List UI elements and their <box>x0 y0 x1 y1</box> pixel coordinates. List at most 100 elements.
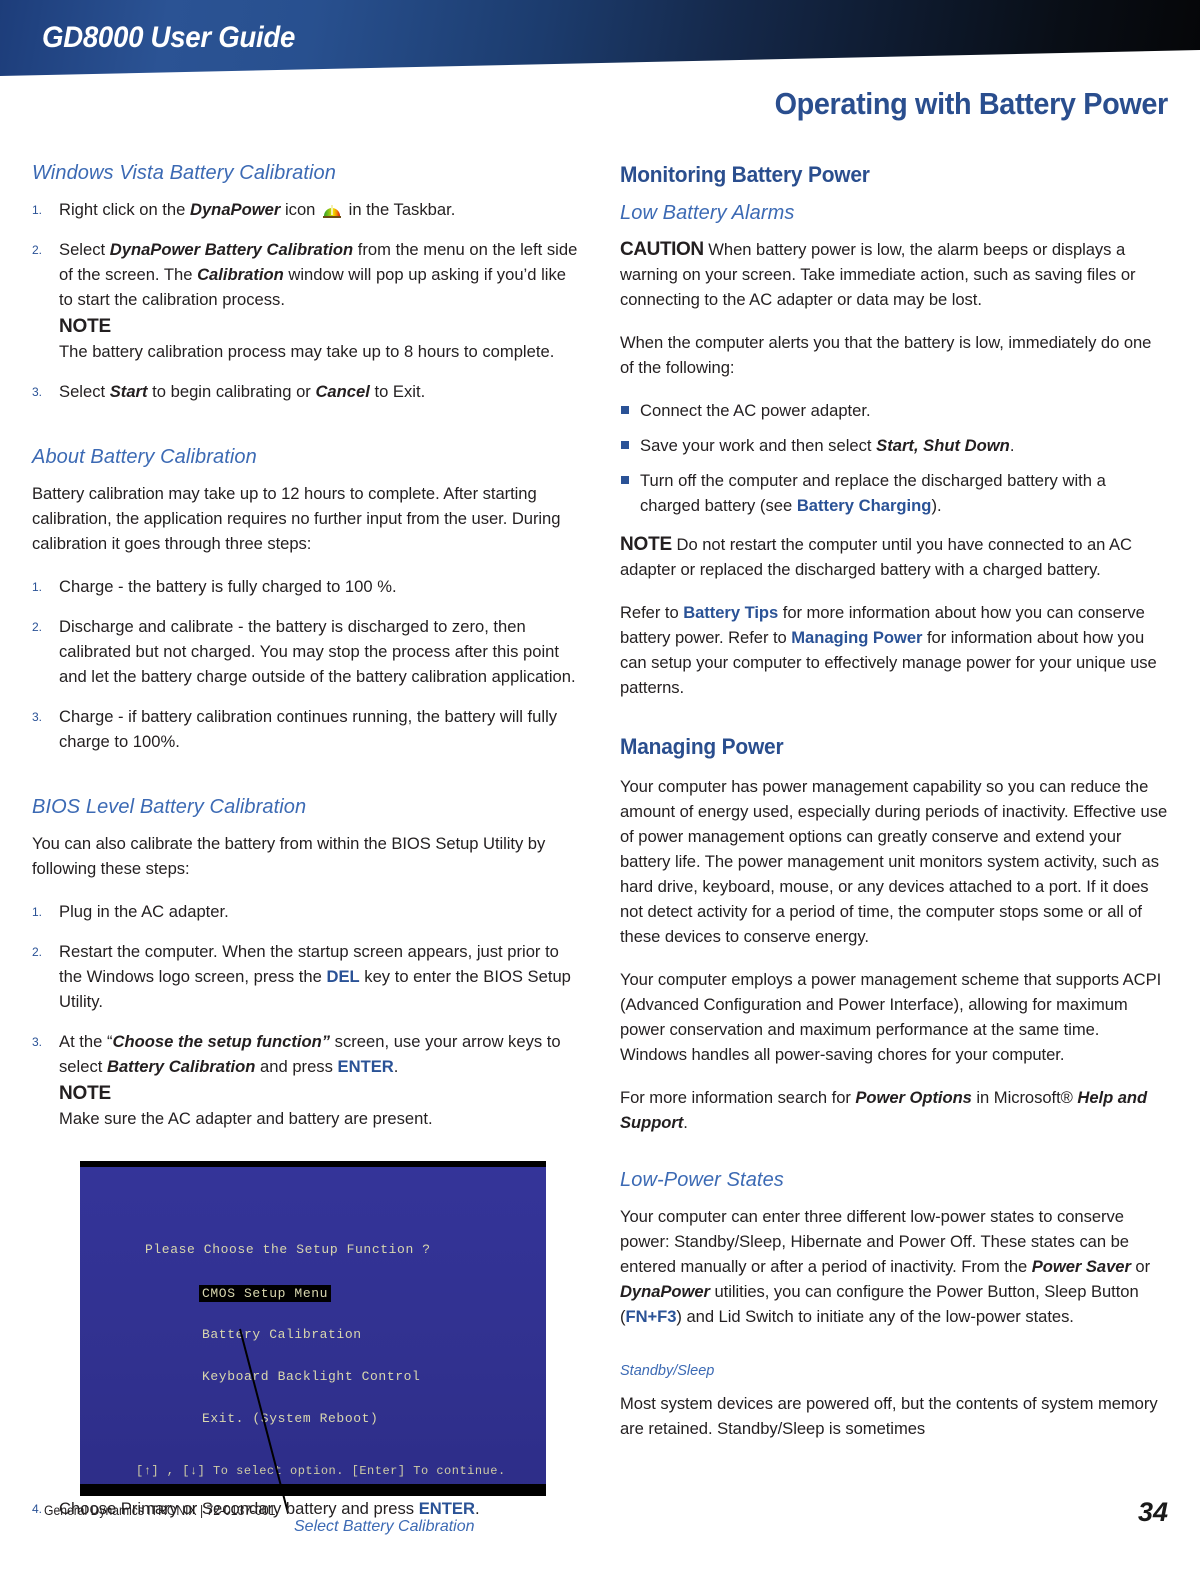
text-run: Refer to <box>620 603 684 622</box>
inline-reference: Battery Tips <box>683 603 779 622</box>
emphasis-text: Start <box>109 382 148 401</box>
text-run: Connect the AC power adapter. <box>640 401 871 420</box>
list-item-text: Select Start to begin calibrating or Can… <box>59 382 425 401</box>
list-item-text: Right click on the DynaPower icon in the… <box>59 200 455 219</box>
footer-company-text: General Dynamics ITRONIX | 72-0137-001 <box>44 1503 276 1518</box>
bios-footer-hint: [↑] , [↓] To select option. [Enter] To c… <box>136 1464 506 1478</box>
list-item-number: 2. <box>32 620 43 634</box>
list-item-text: Plug in the AC adapter. <box>59 902 229 921</box>
list-item-number: 2. <box>32 945 43 959</box>
list-item-text: Turn off the computer and replace the di… <box>640 471 1106 515</box>
bios-menu-option[interactable]: Keyboard Backlight Control <box>202 1369 420 1384</box>
text-run: . <box>474 1499 480 1518</box>
caution-label: CAUTION <box>620 239 704 260</box>
square-bullet-icon <box>621 441 629 449</box>
text-run: . <box>393 1057 399 1076</box>
text-run: Make sure the AC adapter and battery are… <box>59 1109 433 1128</box>
inline-reference: FN+F3 <box>625 1307 677 1326</box>
list-item: 3. Charge - if battery calibration contin… <box>32 704 580 754</box>
text-run: Save your work and then select <box>640 436 877 455</box>
list-item: 2. Restart the computer. When the startup… <box>32 939 580 1014</box>
heading-low-battery-alarms: Low Battery Alarms <box>620 202 795 224</box>
list-item: 1. Right click on the DynaPower icon in t… <box>32 197 580 222</box>
heading-monitoring-battery-power: Monitoring Battery Power <box>620 162 870 187</box>
list-item-text: Charge - if battery calibration continue… <box>59 707 558 751</box>
alerts-intro-paragraph: When the computer alerts you that the ba… <box>620 333 1152 377</box>
emphasis-text: Power Options <box>855 1088 972 1107</box>
note-restart-paragraph: NOTE Do not restart the computer until y… <box>620 532 1168 582</box>
emphasis-text: Power Saver <box>1031 1257 1131 1276</box>
list-item-number: 2. <box>32 243 43 257</box>
list-item: 2. Select DynaPower Battery Calibration f… <box>32 237 580 364</box>
list-item-number: 3. <box>32 385 43 399</box>
text-run: in Microsoft® <box>971 1088 1078 1107</box>
page-title: Operating with Battery Power <box>774 86 1169 121</box>
list-item-text: Discharge and calibrate - the battery is… <box>59 617 576 686</box>
list-item: 3. Select Start to begin calibrating or C… <box>32 379 580 404</box>
list-item: Turn off the computer and replace the di… <box>620 468 1168 518</box>
bios-intro-paragraph: You can also calibrate the battery from … <box>32 834 546 878</box>
list-item-text: Restart the computer. When the startup s… <box>59 942 571 1011</box>
inline-reference: Managing Power <box>791 628 923 647</box>
list-item: 1. Charge - the battery is fully charged … <box>32 574 580 599</box>
note-label: NOTE <box>59 316 111 337</box>
bios-bottom-bar <box>80 1484 546 1496</box>
list-item: Connect the AC power adapter. <box>620 398 1168 423</box>
inline-reference: ENTER <box>418 1499 475 1518</box>
list-item-number: 1. <box>32 580 43 594</box>
text-run: Plug in the AC adapter. <box>59 902 229 921</box>
note-label: NOTE <box>59 1083 111 1104</box>
list-item-number: 3. <box>32 1035 43 1049</box>
emphasis-text: DynaPower <box>189 200 281 219</box>
emphasis-text: Start, Shut Down <box>876 436 1010 455</box>
bios-prompt-text: Please Choose the Setup Function ? <box>145 1242 431 1257</box>
list-item-number: 3. <box>32 710 43 724</box>
managing-power-paragraph-1: Your computer has power management capab… <box>620 777 1168 946</box>
bios-setup-screen: Please Choose the Setup Function ? CMOS … <box>80 1161 546 1496</box>
note-restart-text: Do not restart the computer until you ha… <box>620 535 1132 579</box>
square-bullet-icon <box>621 476 629 484</box>
text-run: ) and Lid Switch to initiate any of the … <box>676 1307 1074 1326</box>
heading-about-battery-calibration: About Battery Calibration <box>32 446 257 468</box>
page-number: 34 <box>1137 1497 1168 1527</box>
emphasis-text: Battery Calibration <box>106 1057 256 1076</box>
inline-reference: DEL <box>326 967 360 986</box>
emphasis-text: Choose the setup function” <box>112 1032 331 1051</box>
text-run: to begin calibrating or <box>147 382 316 401</box>
alert-actions-list: Connect the AC power adapter. Save your w… <box>620 398 1168 518</box>
bios-menu-option[interactable]: Battery Calibration <box>202 1327 362 1342</box>
left-column: Windows Vista Battery Calibration 1. Righ… <box>32 162 580 1537</box>
text-run: At the “ <box>59 1032 113 1051</box>
inline-reference: ENTER <box>337 1057 394 1076</box>
bios-steps-list: 1. Plug in the AC adapter. 2. Restart the c… <box>32 899 580 1131</box>
text-run: . <box>1009 436 1015 455</box>
managing-power-paragraph-2: Your computer employs a power management… <box>620 970 1162 1064</box>
standby-sleep-paragraph: Most system devices are powered off, but… <box>620 1394 1158 1438</box>
inline-reference: Battery Charging <box>796 496 932 515</box>
list-item-text: Charge - the battery is fully charged to… <box>59 577 397 596</box>
caution-paragraph: CAUTION When battery power is low, the a… <box>620 237 1168 312</box>
text-run: For more information search for <box>620 1088 856 1107</box>
right-column: Monitoring Battery Power Low Battery Ala… <box>620 162 1168 1441</box>
text-run: and press <box>255 1057 338 1076</box>
heading-low-power-states: Low-Power States <box>620 1169 784 1191</box>
list-item: 2. Discharge and calibrate - the battery … <box>32 614 580 689</box>
text-run: icon <box>280 200 321 219</box>
list-item: 1. Plug in the AC adapter. <box>32 899 580 924</box>
bios-menu-option[interactable]: Exit. (System Reboot) <box>202 1411 378 1426</box>
bios-menu-option[interactable]: CMOS Setup Menu <box>199 1285 332 1302</box>
text-run: or <box>1130 1257 1151 1276</box>
emphasis-text: Cancel <box>315 382 370 401</box>
note-label: NOTE <box>620 534 672 555</box>
power-options-paragraph: For more information search for Power Op… <box>620 1085 1168 1135</box>
text-run: Select <box>59 240 110 259</box>
list-item-number: 1. <box>32 905 43 919</box>
emphasis-text: DynaPower Battery Calibration <box>109 240 354 259</box>
text-run: ). <box>931 496 942 515</box>
dynapower-battery-icon <box>323 205 342 218</box>
list-item-text: At the “Choose the setup function” scree… <box>59 1032 580 1128</box>
text-run: Select <box>59 382 110 401</box>
